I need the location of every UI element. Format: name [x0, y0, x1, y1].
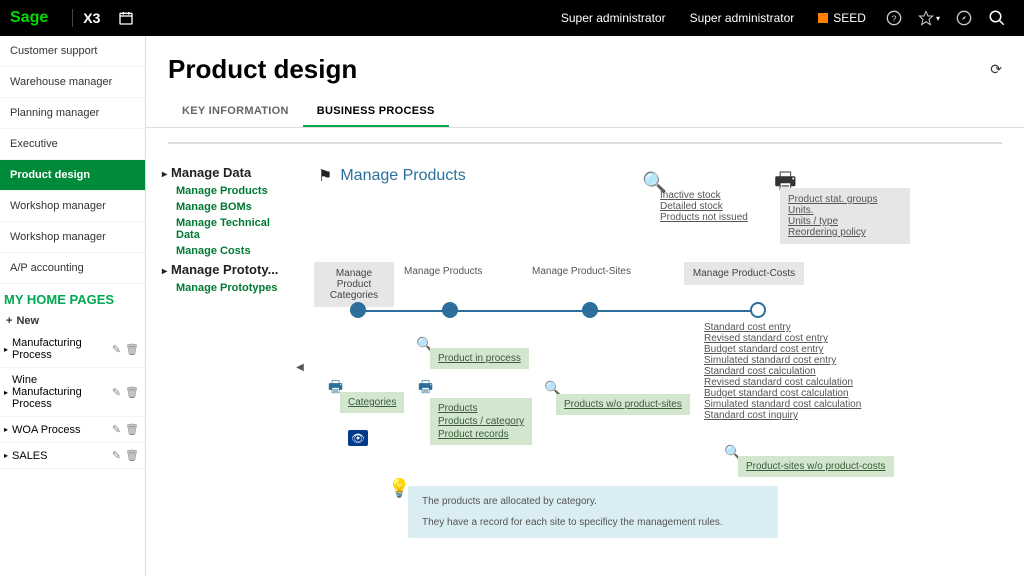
- sidebar-item-7[interactable]: A/P accounting: [0, 253, 145, 284]
- sidebar: Customer supportWarehouse managerPlannin…: [0, 36, 146, 576]
- link-product-records[interactable]: Product records: [438, 428, 524, 441]
- divider: [72, 9, 73, 27]
- edit-icon[interactable]: ✎: [112, 423, 121, 436]
- new-homepage-link[interactable]: New: [0, 311, 145, 331]
- inactive-links: Inactive stock Detailed stock Products n…: [660, 190, 748, 223]
- env-badge[interactable]: SEED: [818, 11, 866, 25]
- env-color-icon: [818, 13, 828, 23]
- tree-node-manage-proto[interactable]: Manage Prototy...: [162, 259, 296, 280]
- process-tree: Manage Data Manage Products Manage BOMs …: [146, 158, 296, 576]
- user-link-2[interactable]: Super administrator: [690, 11, 795, 25]
- link-cost-6[interactable]: Budget standard cost calculation: [704, 388, 861, 399]
- compass-icon[interactable]: [956, 10, 972, 26]
- delete-icon[interactable]: 🗑: [125, 343, 139, 356]
- link-products[interactable]: Products: [438, 402, 524, 415]
- homepage-item-2[interactable]: ▸WOA Process✎🗑: [0, 417, 145, 443]
- link-cost-2[interactable]: Budget standard cost entry: [704, 344, 861, 355]
- node-2[interactable]: [442, 302, 458, 318]
- favorite-icon[interactable]: ▾: [918, 10, 940, 26]
- link-stat-groups[interactable]: Product stat. groups: [788, 194, 902, 205]
- delete-icon[interactable]: 🗑: [125, 449, 139, 462]
- flag-icon: ⚑: [318, 166, 332, 186]
- stage-categories: Manage Product Categories: [314, 262, 394, 307]
- sites-link[interactable]: Products w/o product-sites: [556, 394, 690, 415]
- process-diagram: ⚑ Manage Products 🔍 Inactive stock Detai…: [304, 158, 1024, 576]
- eye-icon[interactable]: 👁: [348, 430, 368, 446]
- stage-sites: Manage Product-Sites: [532, 266, 631, 277]
- link-cost-3[interactable]: Simulated standard cost entry: [704, 355, 861, 366]
- node-3[interactable]: [582, 302, 598, 318]
- link-cost-5[interactable]: Revised standard cost calculation: [704, 377, 861, 388]
- homepage-item-1[interactable]: ▸Wine Manufacturing Process✎🗑: [0, 368, 145, 417]
- calendar-icon[interactable]: [118, 10, 134, 26]
- link-reorder[interactable]: Reordering policy: [788, 227, 902, 238]
- top-bar: Sage X3 Super administrator Super admini…: [0, 0, 1024, 36]
- sidebar-item-4[interactable]: Product design: [0, 160, 145, 191]
- collapse-handle-icon[interactable]: ◀: [296, 158, 304, 576]
- tree-node-manage-data[interactable]: Manage Data: [162, 162, 296, 183]
- edit-icon[interactable]: ✎: [112, 343, 121, 356]
- sidebar-item-0[interactable]: Customer support: [0, 36, 145, 67]
- process-link[interactable]: Product in process: [430, 348, 529, 369]
- stage-costs: Manage Product-Costs: [684, 262, 804, 285]
- tree-node-manage-products[interactable]: Manage Products: [162, 183, 296, 199]
- user-link-1[interactable]: Super administrator: [561, 11, 666, 25]
- link-cost-1[interactable]: Revised standard cost entry: [704, 333, 861, 344]
- stage-products: Manage Products: [404, 266, 482, 277]
- sidebar-item-5[interactable]: Workshop manager: [0, 191, 145, 222]
- flow-line: [354, 310, 758, 312]
- sidebar-item-3[interactable]: Executive: [0, 129, 145, 160]
- homepage-item-0[interactable]: ▸Manufacturing Process✎🗑: [0, 331, 145, 368]
- categories-link[interactable]: Categories: [340, 392, 404, 413]
- link-detailed-stock[interactable]: Detailed stock: [660, 201, 748, 212]
- link-cost-8[interactable]: Standard cost inquiry: [704, 410, 861, 421]
- sidebar-item-2[interactable]: Planning manager: [0, 98, 145, 129]
- product-code: X3: [83, 10, 100, 26]
- node-1[interactable]: [350, 302, 366, 318]
- svg-text:?: ?: [892, 13, 897, 23]
- products-links: Products Products / category Product rec…: [430, 398, 532, 445]
- homepage-item-3[interactable]: ▸SALES✎🗑: [0, 443, 145, 469]
- costs-links: Standard cost entry Revised standard cos…: [704, 322, 861, 421]
- env-label: SEED: [833, 11, 866, 25]
- diagram-title: ⚑ Manage Products: [318, 166, 466, 186]
- print-links: Product stat. groups Units. Units / type…: [780, 188, 910, 244]
- info-tip: The products are allocated by category. …: [408, 486, 778, 538]
- link-products-cat[interactable]: Products / category: [438, 415, 524, 428]
- tree-node-manage-boms[interactable]: Manage BOMs: [162, 199, 296, 215]
- link-cost-7[interactable]: Simulated standard cost calculation: [704, 399, 861, 410]
- tree-node-manage-prototypes[interactable]: Manage Prototypes: [162, 280, 296, 296]
- sidebar-item-6[interactable]: Workshop manager: [0, 222, 145, 253]
- sidebar-item-1[interactable]: Warehouse manager: [0, 67, 145, 98]
- process-panel: DESIGN/METHODS MANAGER ⟳ ⤢: [168, 142, 1002, 144]
- tree-node-manage-costs[interactable]: Manage Costs: [162, 243, 296, 259]
- refresh-icon[interactable]: ⟳: [990, 61, 1002, 78]
- edit-icon[interactable]: ✎: [112, 386, 121, 399]
- tree-node-manage-technical[interactable]: Manage Technical Data: [162, 215, 296, 243]
- link-units[interactable]: Units.: [788, 205, 902, 216]
- link-inactive-stock[interactable]: Inactive stock: [660, 190, 748, 201]
- edit-icon[interactable]: ✎: [112, 449, 121, 462]
- search-icon[interactable]: [988, 9, 1006, 27]
- main-area: Product design ⟳ KEY INFORMATION BUSINES…: [146, 36, 1024, 576]
- node-4[interactable]: [750, 302, 766, 318]
- help-icon[interactable]: ?: [886, 10, 902, 26]
- tab-business-process[interactable]: BUSINESS PROCESS: [303, 95, 449, 127]
- tab-key-info[interactable]: KEY INFORMATION: [168, 95, 303, 127]
- logo: Sage: [10, 9, 48, 27]
- page-title: Product design: [168, 54, 990, 85]
- sites-costs-link[interactable]: Product-sites w/o product-costs: [738, 456, 894, 477]
- delete-icon[interactable]: 🗑: [125, 423, 139, 436]
- link-cost-4[interactable]: Standard cost calculation: [704, 366, 861, 377]
- homepages-header: MY HOME PAGES: [0, 284, 145, 311]
- link-units-type[interactable]: Units / type: [788, 216, 902, 227]
- delete-icon[interactable]: 🗑: [125, 386, 139, 399]
- link-not-issued[interactable]: Products not issued: [660, 212, 748, 223]
- tab-bar: KEY INFORMATION BUSINESS PROCESS: [146, 95, 1024, 128]
- link-cost-0[interactable]: Standard cost entry: [704, 322, 861, 333]
